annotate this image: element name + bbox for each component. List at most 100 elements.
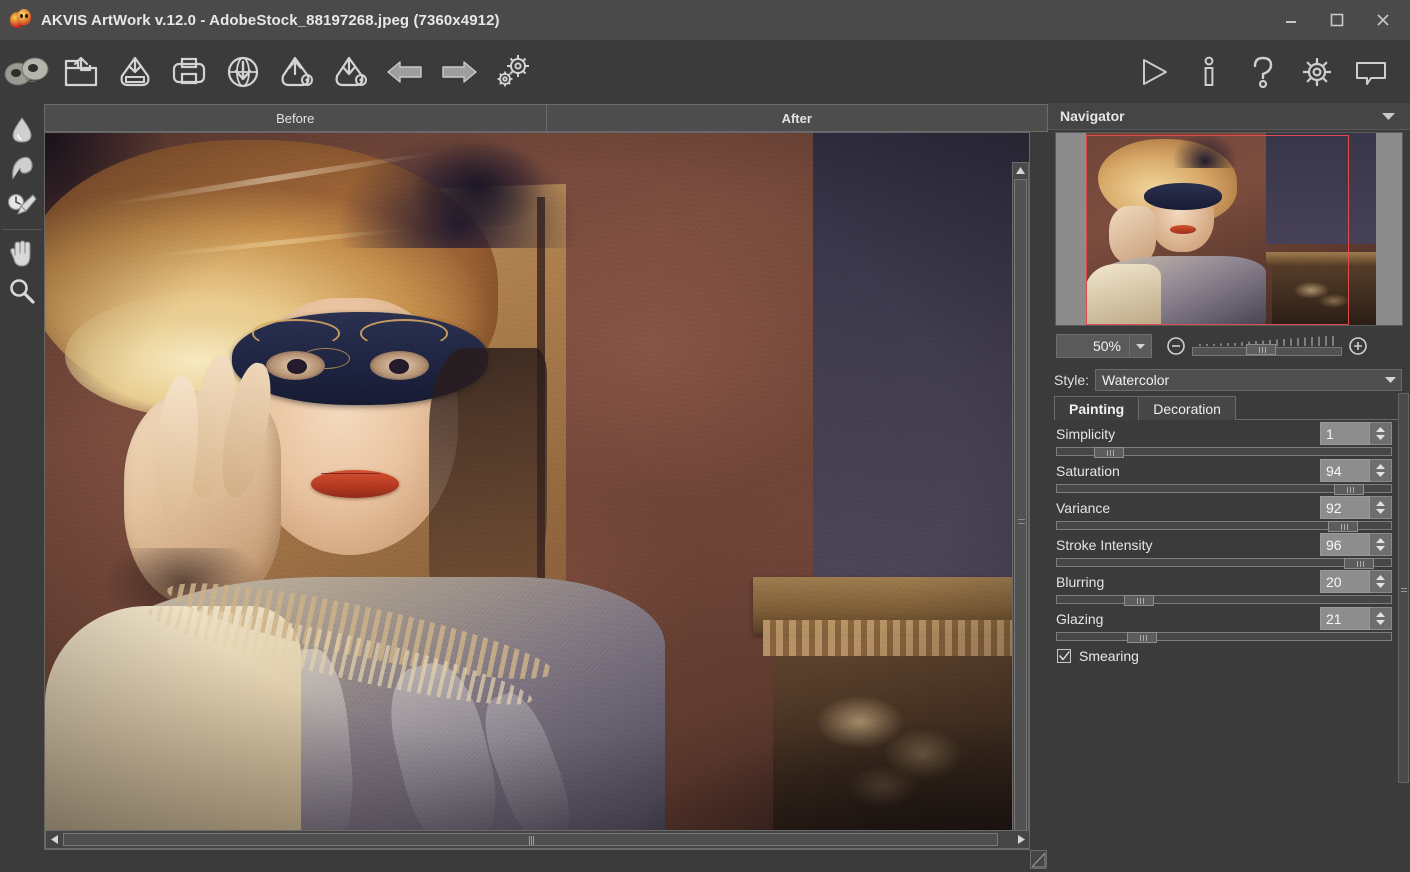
save-preset-button[interactable]: [270, 45, 324, 99]
parameter-label: Glazing: [1056, 610, 1104, 627]
akvis-logo-button[interactable]: [0, 45, 54, 99]
saturation-value[interactable]: 94: [1320, 459, 1370, 482]
simplicity-spinner[interactable]: 1: [1320, 422, 1392, 445]
before-after-tabs: Before After: [44, 104, 1048, 132]
batch-processing-button[interactable]: [486, 45, 540, 99]
settings-tabs: Painting Decoration: [1054, 396, 1404, 420]
open-image-button[interactable]: [54, 45, 108, 99]
tab-decoration[interactable]: Decoration: [1138, 396, 1236, 420]
window-controls: [1268, 0, 1410, 40]
glazing-stepper[interactable]: [1370, 607, 1392, 630]
tool-palette: [0, 103, 44, 872]
open-folder-icon: [64, 56, 98, 87]
print-image-button[interactable]: [162, 45, 216, 99]
scroll-right-button[interactable]: [1014, 831, 1029, 848]
glazing-value[interactable]: 21: [1320, 607, 1370, 630]
parameter-variance: Variance 92: [1048, 494, 1410, 532]
style-label: Style:: [1054, 372, 1090, 388]
comments-button[interactable]: [1344, 45, 1398, 99]
publish-button[interactable]: [216, 45, 270, 99]
variance-stepper[interactable]: [1370, 496, 1392, 519]
scroll-left-button[interactable]: [47, 831, 62, 848]
simplicity-stepper[interactable]: [1370, 422, 1392, 445]
tab-painting[interactable]: Painting: [1054, 396, 1140, 420]
run-button[interactable]: [1128, 45, 1182, 99]
blurring-spinner[interactable]: 20: [1320, 570, 1392, 593]
scroll-up-button[interactable]: [1013, 163, 1028, 178]
saturation-slider[interactable]: [1056, 484, 1392, 495]
parameter-glazing: Glazing 21: [1048, 605, 1410, 643]
resize-grip-icon[interactable]: [1030, 850, 1047, 869]
stroke-intensity-slider[interactable]: [1056, 558, 1392, 569]
tab-before[interactable]: Before: [44, 104, 546, 132]
about-button[interactable]: [1182, 45, 1236, 99]
tool-hand[interactable]: [2, 235, 42, 273]
undo-button[interactable]: [378, 45, 432, 99]
chevron-down-icon[interactable]: [1129, 335, 1151, 357]
navigator-header: Navigator: [1048, 103, 1410, 130]
variance-value[interactable]: 92: [1320, 496, 1370, 519]
tool-stroke-direction[interactable]: [2, 149, 42, 187]
load-preset-button[interactable]: [324, 45, 378, 99]
zoom-out-button[interactable]: [1166, 336, 1186, 356]
toolbar-right-group: [1128, 45, 1410, 99]
image-canvas[interactable]: [44, 132, 1030, 850]
style-selector-row: Style: Watercolor: [1048, 367, 1410, 393]
horizontal-scroll-thumb[interactable]: [63, 833, 998, 846]
akvis-mask-logo-icon: [10, 9, 32, 31]
style-combobox[interactable]: Watercolor: [1095, 369, 1402, 391]
zoom-level-combobox[interactable]: 50%: [1056, 334, 1152, 358]
parameter-simplicity: Simplicity 1: [1048, 420, 1410, 458]
preferences-button[interactable]: [1290, 45, 1344, 99]
window-title: AKVIS ArtWork v.12.0 - AdobeStock_881972…: [41, 11, 500, 29]
stroke-intensity-spinner[interactable]: 96: [1320, 533, 1392, 556]
simplicity-value[interactable]: 1: [1320, 422, 1370, 445]
glazing-spinner[interactable]: 21: [1320, 607, 1392, 630]
glazing-slider[interactable]: [1056, 632, 1392, 643]
close-button[interactable]: [1360, 0, 1406, 40]
zoom-level-value: 50%: [1092, 338, 1121, 354]
history-brush-icon: [7, 193, 37, 215]
canvas-horizontal-scrollbar[interactable]: [45, 830, 1029, 849]
triangle-right-icon: [1018, 835, 1025, 844]
simplicity-slider[interactable]: [1056, 447, 1392, 458]
stroke-intensity-value[interactable]: 96: [1320, 533, 1370, 556]
question-mark-icon: [1253, 56, 1273, 89]
maximize-button[interactable]: [1314, 0, 1360, 40]
canvas-vertical-scrollbar[interactable]: [1012, 162, 1029, 849]
tab-after[interactable]: After: [545, 104, 1048, 132]
zoom-controls: 50%: [1048, 331, 1410, 361]
blurring-stepper[interactable]: [1370, 570, 1392, 593]
blurring-value[interactable]: 20: [1320, 570, 1370, 593]
zoom-in-button[interactable]: [1348, 336, 1368, 356]
blurring-slider[interactable]: [1056, 595, 1392, 606]
tool-zoom[interactable]: [2, 273, 42, 311]
navigator-thumbnail[interactable]: [1055, 132, 1403, 326]
stroke-intensity-stepper[interactable]: [1370, 533, 1392, 556]
stroke-direction-icon: [12, 156, 33, 180]
settings-panel-scrollbar[interactable]: [1398, 393, 1409, 783]
zoom-slider-thumb[interactable]: [1246, 344, 1276, 355]
variance-spinner[interactable]: 92: [1320, 496, 1392, 519]
zoom-slider-track[interactable]: [1192, 344, 1342, 356]
vertical-scroll-thumb[interactable]: [1014, 179, 1027, 849]
save-image-button[interactable]: [108, 45, 162, 99]
smearing-checkbox[interactable]: [1057, 649, 1071, 663]
variance-slider[interactable]: [1056, 521, 1392, 532]
chevron-down-icon[interactable]: [1381, 112, 1396, 121]
saturation-spinner[interactable]: 94: [1320, 459, 1392, 482]
redo-button[interactable]: [432, 45, 486, 99]
tab-after-label: After: [781, 110, 812, 126]
zoom-in-circle-icon: [1349, 337, 1367, 355]
artwork-watercolor-render: [45, 133, 1029, 849]
import-preset-gear-icon: [335, 56, 367, 87]
minimize-button[interactable]: [1268, 0, 1314, 40]
zoom-slider[interactable]: [1192, 335, 1342, 357]
tool-history-brush[interactable]: [2, 187, 42, 225]
saturation-stepper[interactable]: [1370, 459, 1392, 482]
smearing-label: Smearing: [1079, 648, 1139, 664]
tool-smudge[interactable]: [2, 111, 42, 149]
chevron-down-icon[interactable]: [1379, 370, 1401, 390]
smearing-option[interactable]: Smearing: [1048, 643, 1410, 669]
help-button[interactable]: [1236, 45, 1290, 99]
